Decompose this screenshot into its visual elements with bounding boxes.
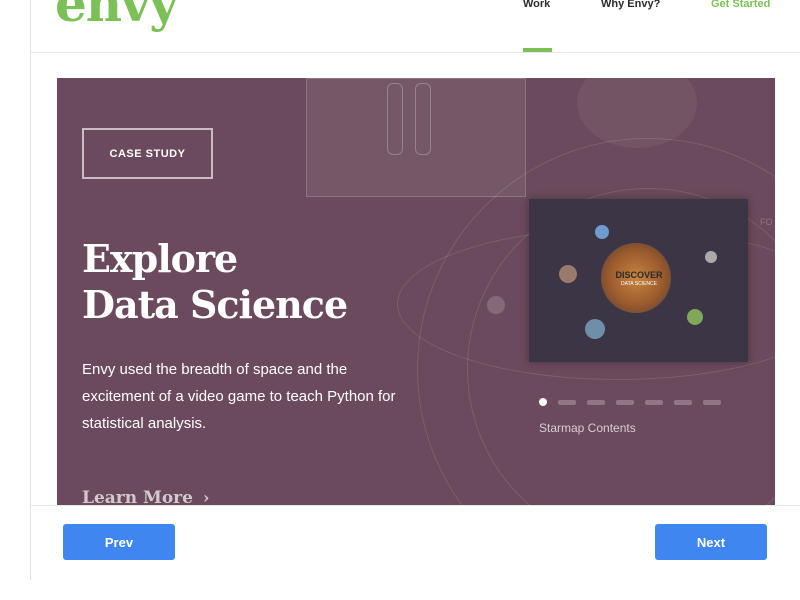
carousel-dot-active[interactable] xyxy=(539,398,547,406)
planet-icon xyxy=(559,265,577,283)
side-label-fragment: FO xyxy=(760,217,773,227)
envy-logo[interactable]: envy xyxy=(55,0,178,33)
learn-more-link[interactable]: Learn More › xyxy=(82,488,209,505)
carousel-dot[interactable] xyxy=(587,399,605,405)
top-navigation: envy Work Why Envy? Get Started xyxy=(31,0,800,53)
planet-icon xyxy=(585,319,605,339)
active-nav-indicator xyxy=(523,48,552,52)
data-science-label: DATA SCIENCE xyxy=(621,281,657,287)
nav-item-work[interactable]: Work xyxy=(523,0,550,10)
case-study-badge: CASE STUDY xyxy=(82,128,213,179)
carousel-indicators xyxy=(539,398,721,406)
faint-planet xyxy=(487,296,505,314)
page-frame: envy Work Why Envy? Get Started CASE STU… xyxy=(30,0,800,581)
next-button[interactable]: Next xyxy=(655,524,767,560)
carousel-dot[interactable] xyxy=(558,399,576,405)
case-study-hero: CASE STUDY Explore Data Science Envy use… xyxy=(57,78,775,505)
nav-item-get-started[interactable]: Get Started xyxy=(711,0,770,10)
faint-planet xyxy=(577,78,697,148)
hero-title: Explore Data Science xyxy=(82,236,348,328)
ghost-illustration xyxy=(306,78,526,197)
carousel-caption: Starmap Contents xyxy=(539,421,636,435)
chevron-right-icon: › xyxy=(202,488,210,505)
carousel-dot[interactable] xyxy=(674,399,692,405)
discover-label: DISCOVER xyxy=(615,270,663,280)
carousel-dot[interactable] xyxy=(645,399,663,405)
ghost-figure xyxy=(387,83,403,155)
prev-button[interactable]: Prev xyxy=(63,524,175,560)
carousel-dot[interactable] xyxy=(703,399,721,405)
hero-description: Envy used the breadth of space and the e… xyxy=(82,361,396,432)
learn-more-label: Learn More xyxy=(82,488,193,505)
starmap-preview-image: DISCOVER DATA SCIENCE xyxy=(529,199,748,362)
planet-icon xyxy=(595,225,609,239)
carousel-dot[interactable] xyxy=(616,399,634,405)
planet-icon xyxy=(687,309,703,325)
footer-controls: Prev Next xyxy=(31,505,800,581)
planet-icon xyxy=(705,251,717,263)
hero-title-line2: Data Science xyxy=(82,282,348,327)
nav-item-why-envy[interactable]: Why Envy? xyxy=(601,0,660,10)
ghost-figure xyxy=(415,83,431,155)
hero-title-line1: Explore xyxy=(82,236,238,281)
